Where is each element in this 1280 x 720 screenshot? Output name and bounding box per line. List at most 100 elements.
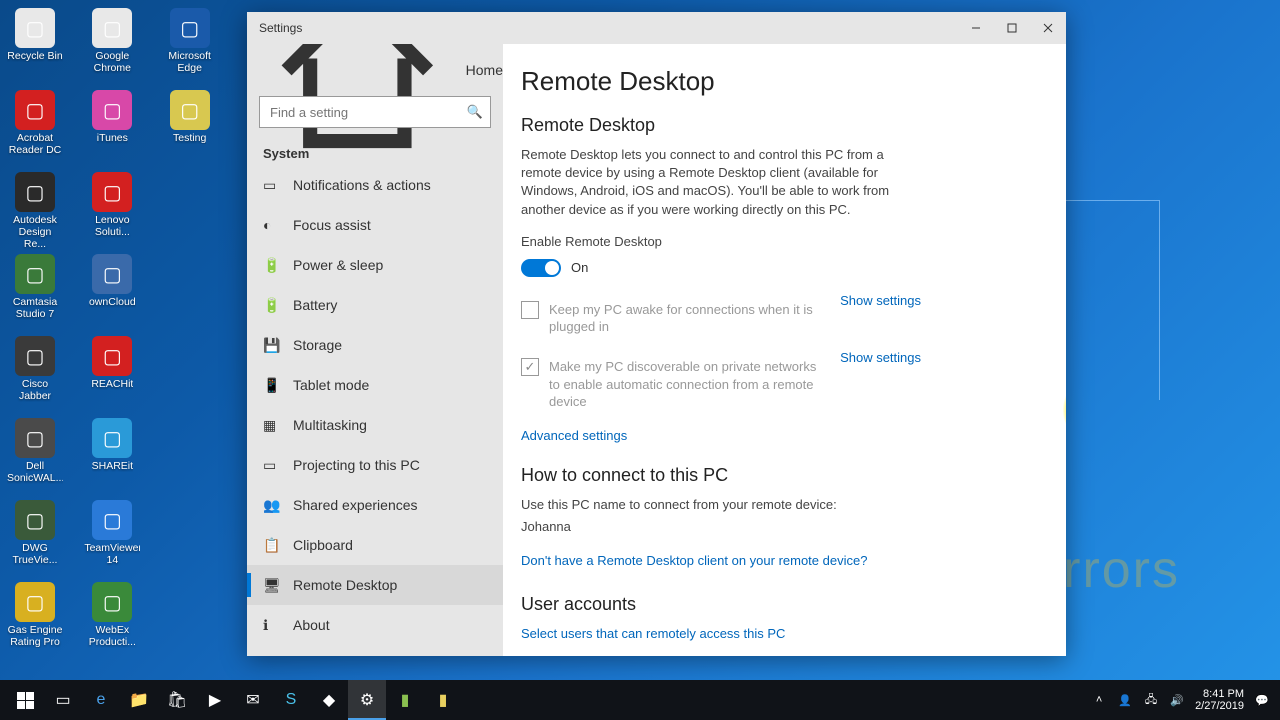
maximize-button[interactable] xyxy=(994,12,1030,44)
desktop-icon[interactable]: ▢ownCloud xyxy=(83,252,141,332)
section-user-accounts: User accounts xyxy=(521,594,1036,615)
nav-icon: 💾 xyxy=(263,337,279,353)
desktop-icon[interactable]: ▢Autodesk Design Re... xyxy=(6,170,64,250)
desktop-icon-label: Autodesk Design Re... xyxy=(7,214,63,250)
taskbar-media[interactable]: ▶ xyxy=(196,680,234,720)
app-icon: ▢ xyxy=(170,90,210,130)
close-button[interactable] xyxy=(1030,12,1066,44)
discoverable-checkbox[interactable]: ✓ xyxy=(521,358,539,376)
desktop-icon-label: ownCloud xyxy=(89,296,136,308)
sidebar-item-battery[interactable]: 🔋Battery xyxy=(247,285,503,325)
desktop-icon-label: Dell SonicWAL... xyxy=(7,460,63,484)
sidebar-item-projecting-to-this-pc[interactable]: ▭ Projecting to this PC xyxy=(247,445,503,485)
sidebar-item-power-sleep[interactable]: 🔋Power & sleep xyxy=(247,245,503,285)
tray-network-icon[interactable]: 🖧 xyxy=(1143,692,1159,708)
sidebar-item-label: Projecting to this PC xyxy=(293,457,420,473)
minimize-button[interactable] xyxy=(958,12,994,44)
app-icon: ▢ xyxy=(92,336,132,376)
task-view-button[interactable]: ▭ xyxy=(44,680,82,720)
nav-icon: ▦ xyxy=(263,417,279,433)
app-icon: ▢ xyxy=(15,582,55,622)
taskbar-skype[interactable]: S xyxy=(272,680,310,720)
connect-hint: Use this PC name to connect from your re… xyxy=(521,496,921,514)
sidebar-item-remote-desktop[interactable]: 🖥 Remote Desktop xyxy=(247,565,503,605)
tray-clock[interactable]: 8:41 PM 2/27/2019 xyxy=(1195,688,1244,712)
desktop-icon[interactable]: ▢DWG TrueVie... xyxy=(6,498,64,578)
app-icon: ▢ xyxy=(15,500,55,540)
desktop-icon-label: Cisco Jabber xyxy=(7,378,63,402)
taskbar-edge[interactable]: e xyxy=(82,680,120,720)
sidebar-item-storage[interactable]: 💾Storage xyxy=(247,325,503,365)
nav-icon: ▭ xyxy=(263,457,279,473)
desktop-icon[interactable]: ▢Cisco Jabber xyxy=(6,334,64,414)
app-icon: ▢ xyxy=(15,254,55,294)
search-input[interactable] xyxy=(259,96,491,128)
tray-chevron-icon[interactable]: ˄ xyxy=(1091,692,1107,708)
titlebar: Settings xyxy=(247,12,1066,44)
desktop-icon[interactable]: ▢Testing xyxy=(161,88,219,168)
taskbar-app2[interactable]: ▮ xyxy=(386,680,424,720)
desktop-icon[interactable]: ▢iTunes xyxy=(83,88,141,168)
sidebar-item-label: Focus assist xyxy=(293,217,371,233)
app-icon: ▢ xyxy=(170,8,210,48)
app-icon: ▢ xyxy=(92,418,132,458)
tray-volume-icon[interactable]: 🔊 xyxy=(1169,692,1185,708)
tray-notifications-icon[interactable]: 💬 xyxy=(1254,692,1270,708)
app-icon: ▢ xyxy=(92,172,132,212)
desktop-icon-label: Acrobat Reader DC xyxy=(7,132,63,156)
app-icon: ▢ xyxy=(15,418,55,458)
sidebar-item-label: Remote Desktop xyxy=(293,577,397,593)
sidebar-item-focus-assist[interactable]: ◐Focus assist xyxy=(247,205,503,245)
desktop-icon[interactable]: ▢Google Chrome xyxy=(83,6,141,86)
start-button[interactable] xyxy=(6,680,44,720)
desktop-icon[interactable]: ▢Dell SonicWAL... xyxy=(6,416,64,496)
sidebar-item-about[interactable]: ℹAbout xyxy=(247,605,503,645)
desktop-icon-label: iTunes xyxy=(97,132,128,144)
taskbar-explorer[interactable]: 📁 xyxy=(120,680,158,720)
taskbar-store[interactable]: 🛍 xyxy=(158,680,196,720)
desktop-icon[interactable]: ▢Acrobat Reader DC xyxy=(6,88,64,168)
desktop-icon[interactable]: ▢REACHit xyxy=(83,334,141,414)
nav-icon: 📋 xyxy=(263,537,279,553)
section-remote-desktop: Remote Desktop xyxy=(521,115,1036,136)
show-settings-link-2[interactable]: Show settings xyxy=(840,350,921,365)
desktop-icon[interactable]: ▢Recycle Bin xyxy=(6,6,64,86)
desktop-icon[interactable]: ▢Gas Engine Rating Pro xyxy=(6,580,64,660)
desktop-icon-label: Google Chrome xyxy=(84,50,140,74)
no-client-link[interactable]: Don't have a Remote Desktop client on yo… xyxy=(521,553,867,568)
remote-desktop-description: Remote Desktop lets you connect to and c… xyxy=(521,146,921,219)
advanced-settings-link[interactable]: Advanced settings xyxy=(521,428,627,443)
show-settings-link-1[interactable]: Show settings xyxy=(840,293,921,308)
sidebar-item-shared-experiences[interactable]: 👥Shared experiences xyxy=(247,485,503,525)
tray-time: 8:41 PM xyxy=(1195,688,1244,700)
enable-label: Enable Remote Desktop xyxy=(521,233,921,251)
enable-remote-desktop-toggle[interactable] xyxy=(521,259,561,277)
keep-awake-label: Keep my PC awake for connections when it… xyxy=(549,301,829,336)
sidebar-home[interactable]: Home xyxy=(247,50,503,90)
desktop-icon-label: Gas Engine Rating Pro xyxy=(7,624,63,648)
desktop-icon[interactable]: ▢TeamViewer 14 xyxy=(83,498,141,578)
sidebar-item-multitasking[interactable]: ▦Multitasking xyxy=(247,405,503,445)
sidebar-item-tablet-mode[interactable]: 📱Tablet mode xyxy=(247,365,503,405)
taskbar-notes[interactable]: ▮ xyxy=(424,680,462,720)
sidebar-item-notifications-actions[interactable]: ▭Notifications & actions xyxy=(247,165,503,205)
tray-people-icon[interactable]: 👤 xyxy=(1117,692,1133,708)
desktop-icon-label: TeamViewer 14 xyxy=(84,542,140,566)
desktop-icon[interactable]: ▢ SHAREit xyxy=(83,416,141,496)
sidebar: Home 🔍 System ▭Notifications & actions◐F… xyxy=(247,44,503,656)
sidebar-item-label: Notifications & actions xyxy=(293,177,431,193)
taskbar-app1[interactable]: ◆ xyxy=(310,680,348,720)
desktop-icon[interactable]: ▢Microsoft Edge xyxy=(161,6,219,86)
settings-window: Settings Home 🔍 System ▭Notifications & … xyxy=(247,12,1066,656)
desktop-icon[interactable]: ▢Camtasia Studio 7 xyxy=(6,252,64,332)
sidebar-item-clipboard[interactable]: 📋Clipboard xyxy=(247,525,503,565)
desktop-icon[interactable]: ▢WebEx Producti... xyxy=(83,580,141,660)
desktop-icon[interactable]: ▢Lenovo Soluti... xyxy=(83,170,141,250)
nav-icon: 🖥 xyxy=(263,577,279,593)
desktop-icon-label: SHAREit xyxy=(92,460,133,472)
taskbar-settings[interactable]: ⚙ xyxy=(348,680,386,720)
taskbar-mail[interactable]: ✉ xyxy=(234,680,272,720)
section-how-to-connect: How to connect to this PC xyxy=(521,465,1036,486)
keep-awake-checkbox[interactable] xyxy=(521,301,539,319)
select-users-link[interactable]: Select users that can remotely access th… xyxy=(521,626,785,641)
